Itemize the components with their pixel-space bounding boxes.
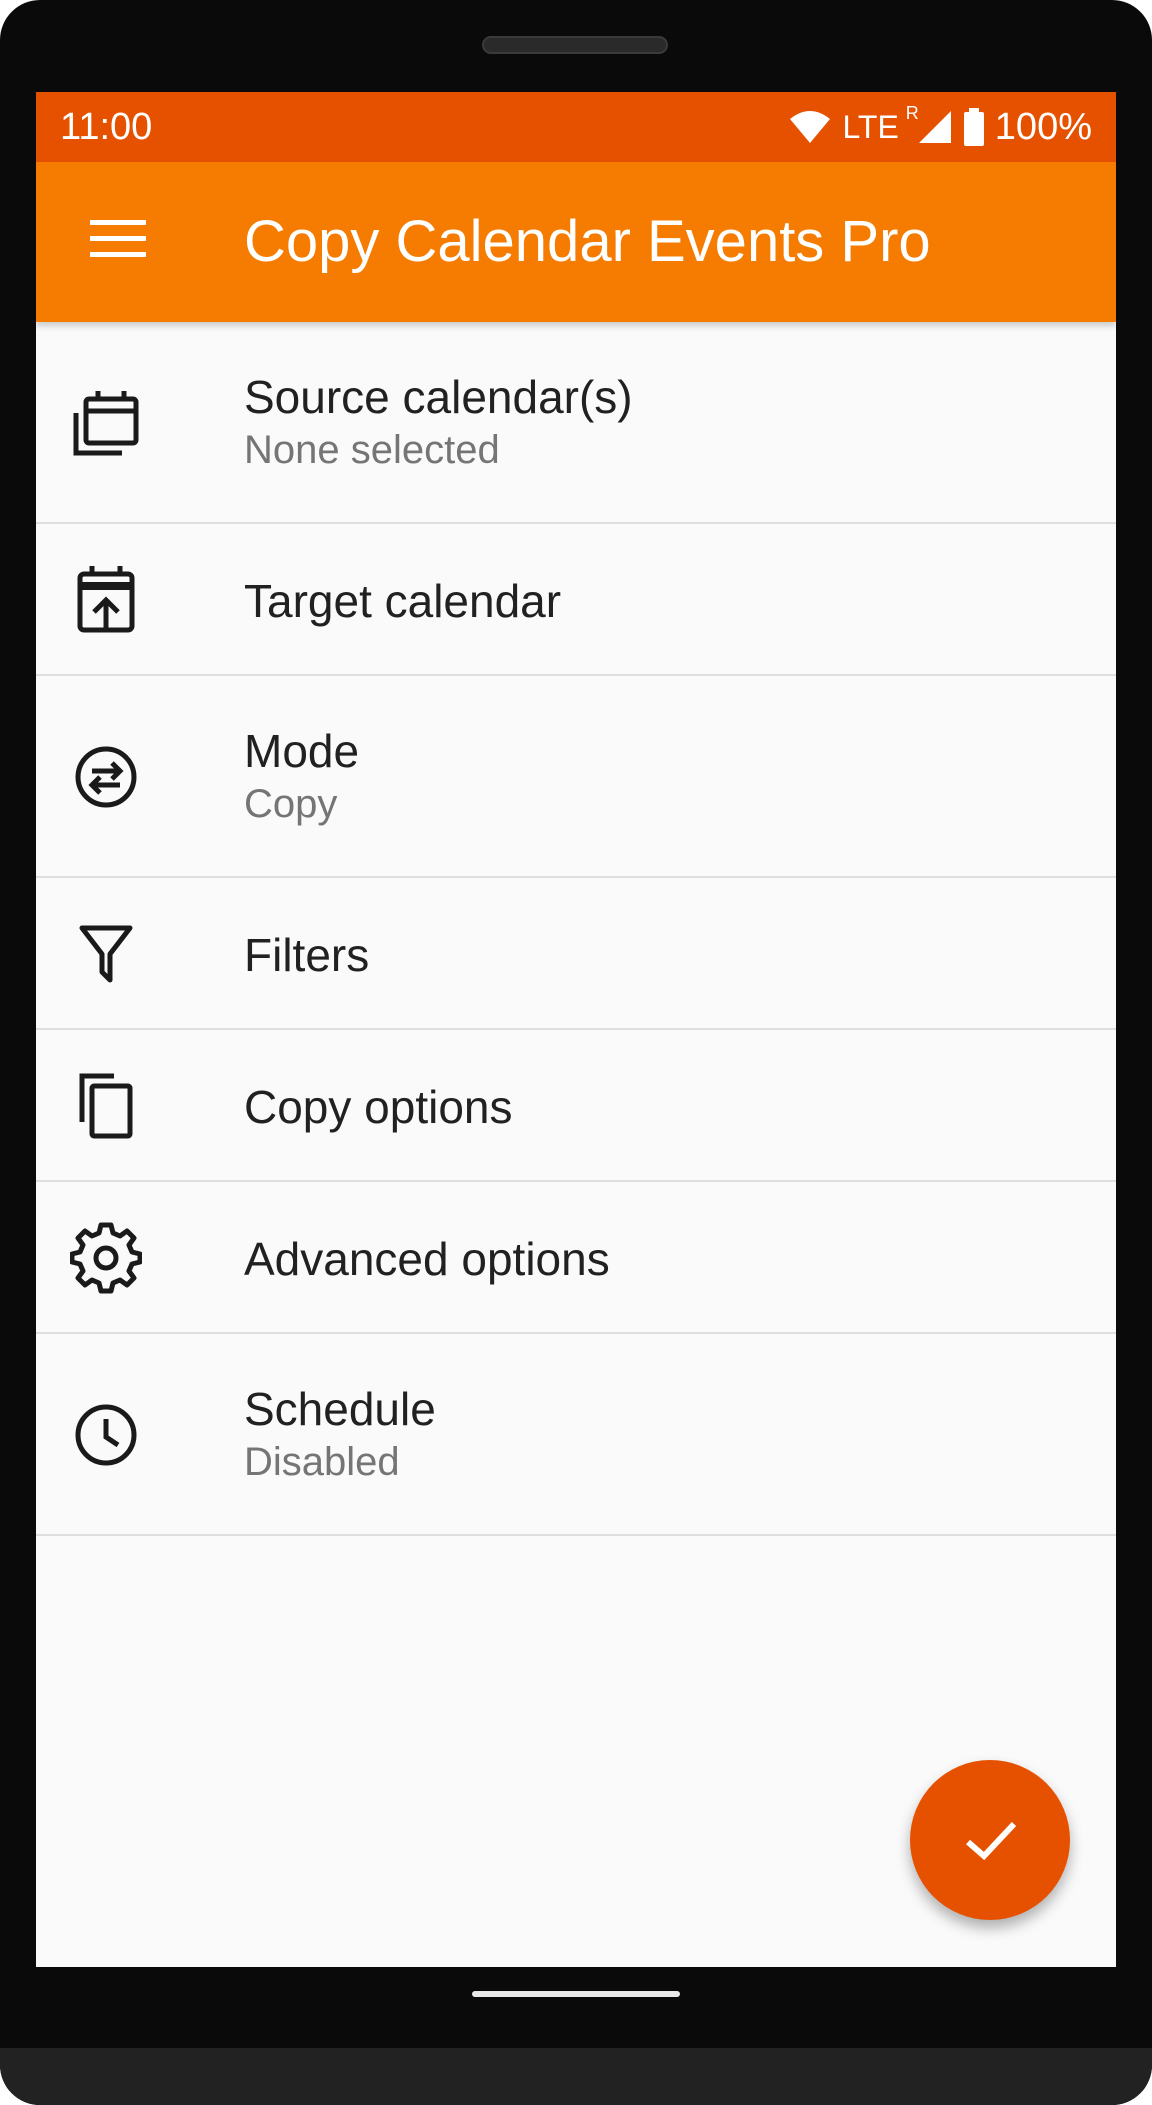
check-icon bbox=[966, 1821, 1017, 1861]
app-title: Copy Calendar Events Pro bbox=[244, 209, 931, 274]
phone-chin bbox=[0, 2048, 1152, 2105]
calendar-multiple-icon bbox=[70, 387, 142, 459]
network-label: LTE bbox=[842, 108, 899, 145]
gear-icon bbox=[69, 1222, 143, 1294]
status-bar: 11:00 LTE R 100% bbox=[36, 92, 1116, 162]
hamburger-menu-icon[interactable] bbox=[90, 218, 146, 266]
app-bar: Copy Calendar Events Pro bbox=[36, 162, 1116, 322]
confirm-fab-button[interactable] bbox=[910, 1760, 1070, 1920]
list-item-copy-options[interactable]: Copy options bbox=[36, 1030, 1116, 1182]
item-subtitle: Copy bbox=[244, 782, 338, 826]
screen: 11:00 LTE R 100% Copy Calendar Events Pr… bbox=[36, 92, 1116, 1967]
signal-icon bbox=[917, 109, 953, 145]
battery-percent: 100% bbox=[994, 105, 1092, 148]
list-item-advanced-options[interactable]: Advanced options bbox=[36, 1182, 1116, 1334]
item-subtitle: Disabled bbox=[244, 1440, 400, 1484]
copy-icon bbox=[70, 1070, 142, 1142]
network-type: LTE R bbox=[842, 103, 918, 146]
item-label: Filters bbox=[244, 929, 370, 981]
list-item-target-calendar[interactable]: Target calendar bbox=[36, 524, 1116, 676]
battery-icon bbox=[963, 108, 985, 146]
roaming-indicator: R bbox=[905, 102, 919, 123]
filter-icon bbox=[70, 918, 142, 990]
list-item-filters[interactable]: Filters bbox=[36, 878, 1116, 1030]
status-time: 11:00 bbox=[60, 106, 153, 148]
wifi-icon bbox=[788, 109, 832, 145]
calendar-export-icon bbox=[70, 564, 142, 636]
item-label: Schedule bbox=[244, 1383, 436, 1435]
list-item-source-calendars[interactable]: Source calendar(s) None selected bbox=[36, 322, 1116, 524]
home-indicator[interactable] bbox=[472, 1991, 680, 1997]
item-label: Source calendar(s) bbox=[244, 371, 633, 423]
clock-icon bbox=[70, 1399, 142, 1471]
item-label: Advanced options bbox=[244, 1233, 610, 1285]
item-label: Mode bbox=[244, 725, 360, 777]
status-icons: LTE R 100% bbox=[788, 103, 1092, 150]
list-item-schedule[interactable]: Schedule Disabled bbox=[36, 1334, 1116, 1536]
phone-frame: 11:00 LTE R 100% Copy Calendar Events Pr… bbox=[0, 0, 1152, 2105]
item-label: Target calendar bbox=[244, 575, 562, 627]
item-label: Copy options bbox=[244, 1081, 513, 1133]
item-subtitle: None selected bbox=[244, 428, 500, 472]
list-item-mode[interactable]: Mode Copy bbox=[36, 676, 1116, 878]
settings-list: Source calendar(s) None selected Target … bbox=[36, 322, 1116, 1536]
swap-circle-icon bbox=[70, 741, 142, 813]
speaker-grille bbox=[482, 36, 668, 54]
